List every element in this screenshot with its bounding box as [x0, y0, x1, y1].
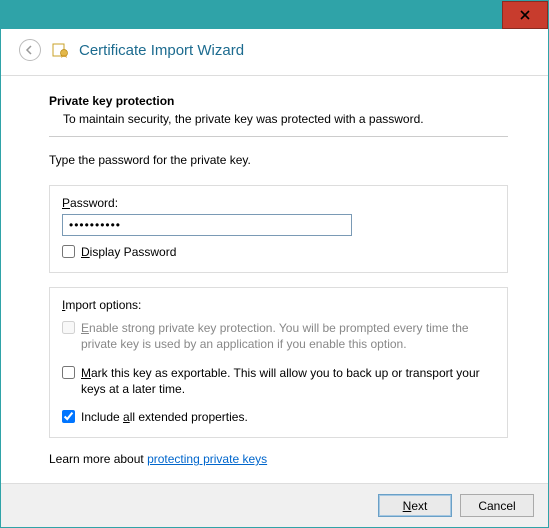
titlebar — [1, 1, 548, 29]
option-exportable-label: Mark this key as exportable. This will a… — [81, 365, 495, 397]
wizard-header: Certificate Import Wizard — [1, 29, 548, 76]
wizard-content: Private key protection To maintain secur… — [1, 76, 548, 483]
learn-more-link[interactable]: protecting private keys — [147, 452, 267, 466]
learn-more-prefix: Learn more about — [49, 452, 147, 466]
wizard-window: Certificate Import Wizard Private key pr… — [0, 0, 549, 528]
option-exportable-checkbox[interactable] — [62, 366, 75, 379]
password-group: Password: Display Password — [49, 185, 508, 273]
option-strong-protection-checkbox — [62, 321, 75, 334]
section-description: To maintain security, the private key wa… — [63, 112, 508, 126]
wizard-footer: Next Cancel — [1, 483, 548, 527]
certificate-icon — [51, 41, 69, 59]
back-arrow-icon — [24, 44, 36, 56]
option-extended-checkbox[interactable] — [62, 410, 75, 423]
import-options-label: Import options: — [62, 298, 495, 312]
back-button[interactable] — [19, 39, 41, 61]
option-strong-protection-label: Enable strong private key protection. Yo… — [81, 320, 495, 352]
close-icon — [520, 10, 530, 20]
next-button[interactable]: Next — [378, 494, 452, 517]
instruction-text: Type the password for the private key. — [49, 153, 508, 167]
learn-more: Learn more about protecting private keys — [49, 452, 508, 466]
display-password-label: Display Password — [81, 244, 176, 260]
option-extended-label: Include all extended properties. — [81, 409, 248, 425]
import-options-group: Import options: Enable strong private ke… — [49, 287, 508, 438]
section-title: Private key protection — [49, 94, 508, 108]
separator — [49, 136, 508, 137]
wizard-title: Certificate Import Wizard — [79, 42, 244, 59]
close-button[interactable] — [502, 1, 548, 29]
option-extended-row: Include all extended properties. — [62, 409, 495, 425]
option-exportable-row: Mark this key as exportable. This will a… — [62, 365, 495, 397]
cancel-button[interactable]: Cancel — [460, 494, 534, 517]
password-label: Password: — [62, 196, 495, 210]
password-input[interactable] — [62, 214, 352, 236]
display-password-checkbox[interactable] — [62, 245, 75, 258]
option-strong-protection-row: Enable strong private key protection. Yo… — [62, 320, 495, 352]
display-password-row: Display Password — [62, 244, 495, 260]
